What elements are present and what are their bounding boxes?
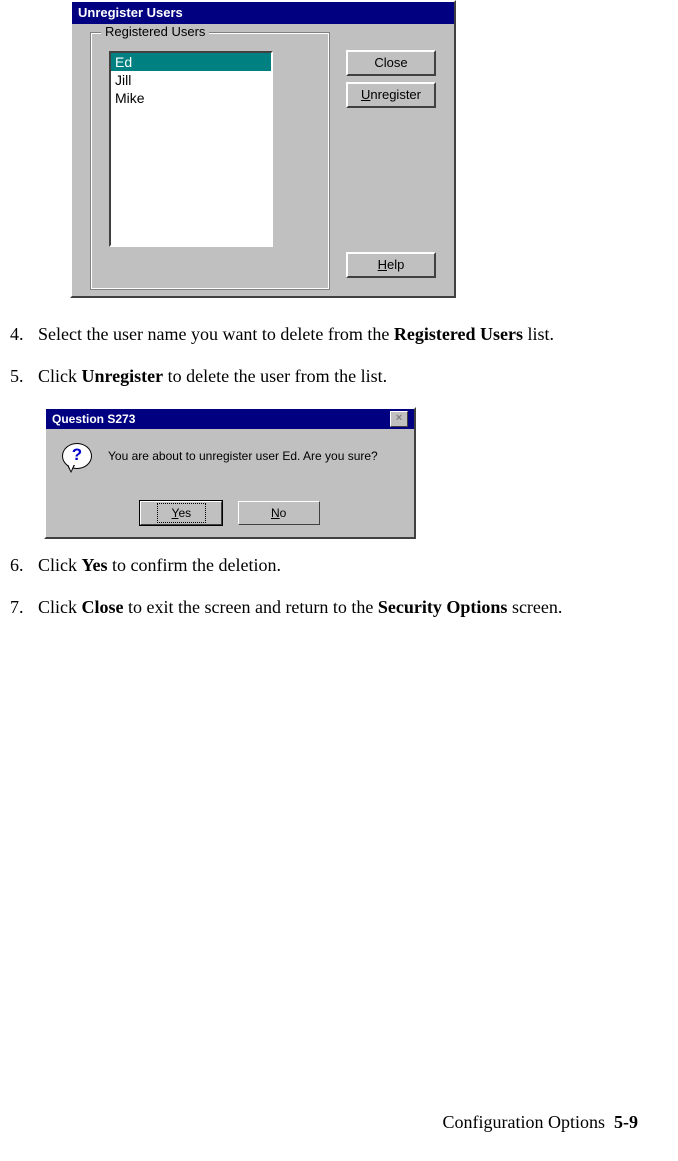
no-button[interactable]: No [238,501,320,525]
step-number: 7. [10,595,38,619]
step-4: 4. Select the user name you want to dele… [10,322,610,346]
unregister-button[interactable]: Unregister [346,82,436,108]
step-number: 5. [10,364,38,388]
step-6: 6. Click Yes to confirm the deletion. [10,553,610,577]
step-number: 6. [10,553,38,577]
step-text: Select the user name you want to delete … [38,322,610,346]
question-icon: ? [62,443,94,475]
section-name: Configuration Options [443,1112,606,1132]
step-text: Click Yes to confirm the deletion. [38,553,610,577]
yes-button[interactable]: Yes [140,501,222,525]
close-button[interactable]: Close [346,50,436,76]
page-number: 5-9 [614,1112,638,1132]
step-7: 7. Click Close to exit the screen and re… [10,595,610,619]
close-icon[interactable]: × [390,411,408,427]
registered-users-listbox[interactable]: Ed Jill Mike [109,51,273,247]
dialog-message: You are about to unregister user Ed. Are… [108,449,378,463]
step-text: Click Unregister to delete the user from… [38,364,610,388]
unregister-users-dialog: Unregister Users Registered Users Ed Jil… [70,0,456,298]
list-item[interactable]: Ed [111,53,271,71]
dialog-title: Unregister Users [72,2,454,24]
list-item[interactable]: Mike [111,89,271,107]
group-label: Registered Users [101,24,209,39]
step-5: 5. Click Unregister to delete the user f… [10,364,610,388]
registered-users-group: Registered Users Ed Jill Mike [90,32,330,290]
question-dialog: Question S273 × ? You are about to unreg… [44,407,416,539]
step-number: 4. [10,322,38,346]
dialog-title: Question S273 [52,409,135,429]
page-footer: Configuration Options 5-9 [443,1112,639,1133]
step-text: Click Close to exit the screen and retur… [38,595,610,619]
list-item[interactable]: Jill [111,71,271,89]
instruction-list: 4. Select the user name you want to dele… [10,322,610,637]
help-button[interactable]: Help [346,252,436,278]
